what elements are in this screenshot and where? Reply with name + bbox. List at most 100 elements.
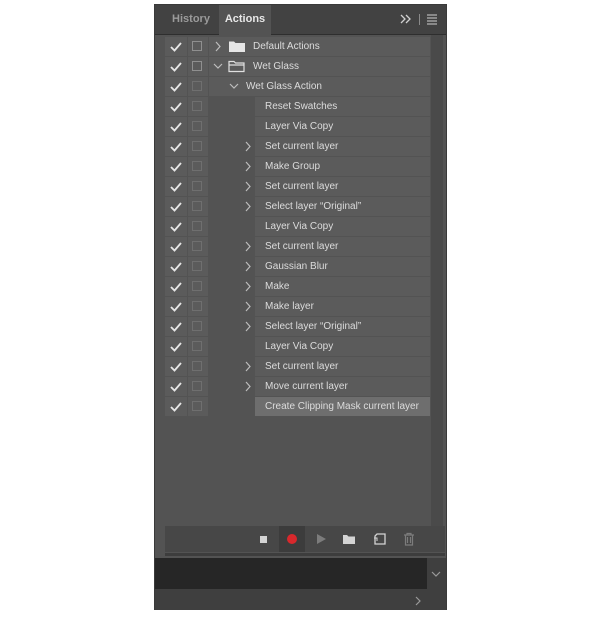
toggle-item-checkbox[interactable]: [165, 317, 187, 336]
toggle-item-checkbox[interactable]: [165, 77, 187, 96]
toggle-dialog-box[interactable]: [188, 297, 208, 316]
toggle-item-checkbox[interactable]: [165, 397, 187, 416]
toggle-item-checkbox[interactable]: [165, 57, 187, 76]
chevron-down-icon[interactable]: [229, 81, 239, 92]
chevron-right-icon[interactable]: [243, 261, 253, 272]
toggle-dialog-box[interactable]: [188, 377, 208, 396]
toggle-dialog-box[interactable]: [188, 217, 208, 236]
chevron-right-icon[interactable]: [243, 181, 253, 192]
toggle-dialog-box[interactable]: [188, 197, 208, 216]
toggle-dialog-box[interactable]: [188, 117, 208, 136]
toggle-dialog-box[interactable]: [188, 277, 208, 296]
action-step-row[interactable]: Make layer: [165, 297, 430, 316]
collapse-panels-icon[interactable]: [399, 11, 413, 27]
chevron-right-icon[interactable]: [243, 301, 253, 312]
stop-button[interactable]: [251, 526, 277, 552]
chevron-right-icon[interactable]: [213, 41, 223, 52]
chevron-right-icon[interactable]: [243, 281, 253, 292]
action-step-row[interactable]: Reset Swatches: [165, 97, 430, 116]
dialog-toggle-icon: [192, 261, 202, 271]
checkmark-icon: [170, 182, 182, 192]
toggle-item-checkbox[interactable]: [165, 357, 187, 376]
dialog-toggle-icon: [192, 341, 202, 351]
actions-toolbar: [165, 526, 445, 552]
tab-history[interactable]: History: [165, 5, 217, 34]
chevron-right-icon[interactable]: [243, 141, 253, 152]
toggle-dialog-box[interactable]: [188, 357, 208, 376]
play-button[interactable]: [308, 526, 334, 552]
action-label: Set current layer: [265, 241, 339, 252]
toggle-dialog-box[interactable]: [188, 177, 208, 196]
action-step-row[interactable]: Move current layer: [165, 377, 430, 396]
chevron-right-icon[interactable]: [243, 161, 253, 172]
action-step-row[interactable]: Create Clipping Mask current layer: [165, 397, 430, 416]
action-step-row[interactable]: Make: [165, 277, 430, 296]
chevron-right-icon[interactable]: [243, 201, 253, 212]
folder-icon: [229, 41, 245, 52]
action-label: Create Clipping Mask current layer: [265, 401, 419, 412]
action-step-row[interactable]: Layer Via Copy: [165, 337, 430, 356]
toggle-item-checkbox[interactable]: [165, 377, 187, 396]
toggle-item-checkbox[interactable]: [165, 137, 187, 156]
toggle-item-checkbox[interactable]: [165, 177, 187, 196]
toggle-item-checkbox[interactable]: [165, 257, 187, 276]
dialog-toggle-icon: [192, 101, 202, 111]
new-action-button[interactable]: [367, 526, 393, 552]
toggle-item-checkbox[interactable]: [165, 117, 187, 136]
action-step-row[interactable]: Set current layer: [165, 137, 430, 156]
checkmark-icon: [170, 82, 182, 92]
chevron-right-icon[interactable]: [413, 596, 423, 606]
action-row[interactable]: Wet Glass Action: [165, 77, 430, 96]
panel-menu-icon[interactable]: [426, 13, 438, 25]
action-label: Make: [265, 281, 290, 292]
action-step-row[interactable]: Set current layer: [165, 357, 430, 376]
dialog-toggle-icon: [192, 361, 202, 371]
chevron-right-icon[interactable]: [243, 321, 253, 332]
toggle-dialog-box[interactable]: [188, 237, 208, 256]
chevron-down-icon[interactable]: [213, 61, 223, 72]
action-step-row[interactable]: Layer Via Copy: [165, 117, 430, 136]
chevron-right-icon[interactable]: [243, 361, 253, 372]
toggle-dialog-box[interactable]: [188, 77, 208, 96]
action-step-row[interactable]: Gaussian Blur: [165, 257, 430, 276]
toggle-dialog-box[interactable]: [188, 337, 208, 356]
delete-button[interactable]: [396, 526, 422, 552]
action-label: Set current layer: [265, 181, 339, 192]
chevron-right-icon[interactable]: [243, 381, 253, 392]
action-step-row[interactable]: Set current layer: [165, 177, 430, 196]
checkmark-icon: [170, 382, 182, 392]
actions-list: Default Actions Wet Glass Wet Glass Action…: [165, 37, 430, 416]
checkmark-icon: [170, 242, 182, 252]
action-step-row[interactable]: Select layer “Original”: [165, 317, 430, 336]
toggle-item-checkbox[interactable]: [165, 37, 187, 56]
toggle-dialog-box[interactable]: [188, 397, 208, 416]
vertical-scrollbar[interactable]: [431, 35, 443, 529]
toggle-item-checkbox[interactable]: [165, 197, 187, 216]
toggle-item-checkbox[interactable]: [165, 237, 187, 256]
action-step-row[interactable]: Make Group: [165, 157, 430, 176]
toggle-dialog-box[interactable]: [188, 317, 208, 336]
action-set-row[interactable]: Wet Glass: [165, 57, 430, 76]
toggle-dialog-box[interactable]: [188, 57, 208, 76]
chevron-right-icon[interactable]: [243, 241, 253, 252]
new-set-button[interactable]: [336, 526, 362, 552]
toggle-item-checkbox[interactable]: [165, 97, 187, 116]
action-label: Set current layer: [265, 361, 339, 372]
toggle-item-checkbox[interactable]: [165, 297, 187, 316]
action-step-row[interactable]: Layer Via Copy: [165, 217, 430, 236]
tab-actions[interactable]: Actions: [219, 5, 271, 35]
action-step-row[interactable]: Select layer “Original”: [165, 197, 430, 216]
toggle-item-checkbox[interactable]: [165, 217, 187, 236]
toggle-item-checkbox[interactable]: [165, 157, 187, 176]
chevron-down-icon[interactable]: [430, 568, 442, 580]
toggle-item-checkbox[interactable]: [165, 277, 187, 296]
action-set-row[interactable]: Default Actions: [165, 37, 430, 56]
toggle-dialog-box[interactable]: [188, 137, 208, 156]
toggle-dialog-box[interactable]: [188, 257, 208, 276]
toggle-dialog-box[interactable]: [188, 97, 208, 116]
action-step-row[interactable]: Set current layer: [165, 237, 430, 256]
toggle-item-checkbox[interactable]: [165, 337, 187, 356]
toggle-dialog-box[interactable]: [188, 37, 208, 56]
record-button[interactable]: [279, 526, 305, 552]
toggle-dialog-box[interactable]: [188, 157, 208, 176]
